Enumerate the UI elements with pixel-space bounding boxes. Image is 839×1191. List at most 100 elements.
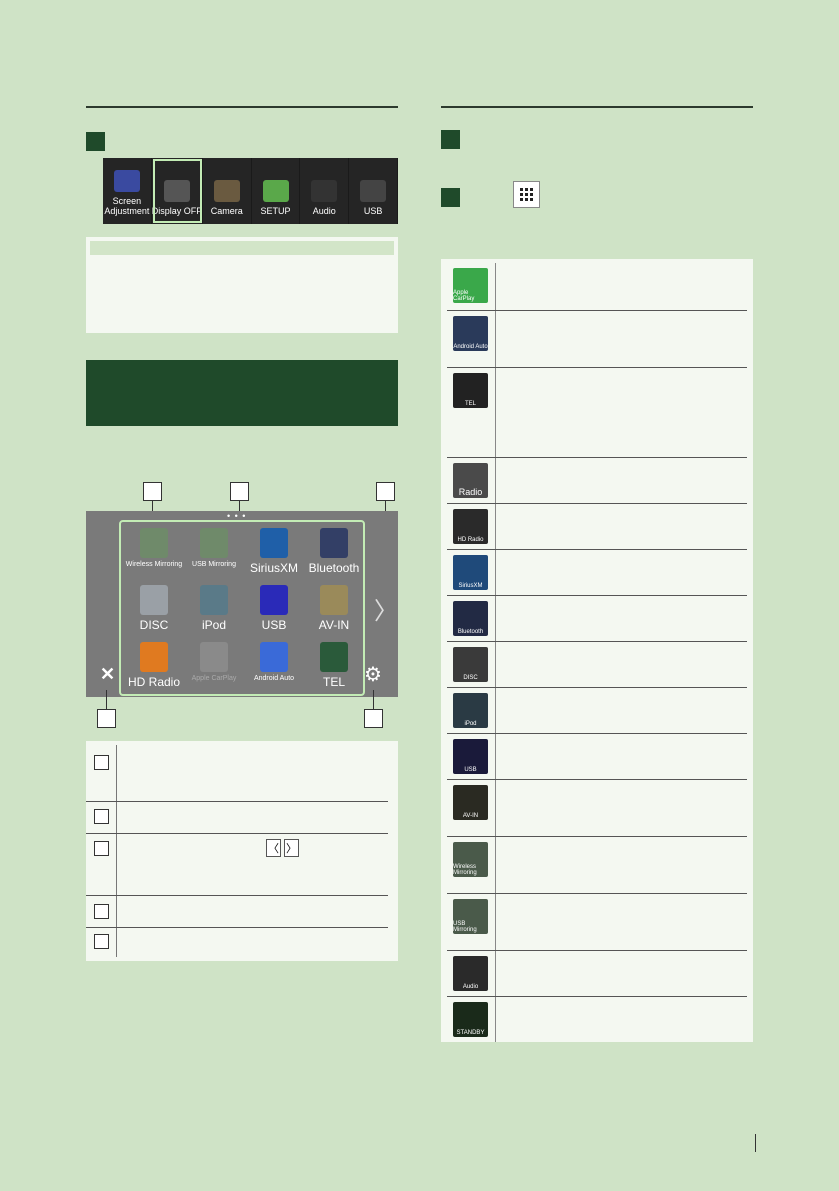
source-row: HD Radio (447, 504, 747, 550)
callout-1 (143, 482, 162, 501)
source-row-divider (495, 997, 496, 1042)
home-app-label: Bluetooth (308, 561, 360, 575)
source-row-divider (495, 550, 496, 595)
home-app-tile[interactable]: iPod (183, 581, 245, 637)
source-row-divider (495, 458, 496, 503)
source-row-divider (495, 951, 496, 996)
source-row: STANDBY (447, 997, 747, 1042)
home-app-tile[interactable]: Wireless Mirroring (123, 524, 185, 580)
hd-radio-icon: HD Radio (453, 509, 488, 544)
strip-tile-0[interactable]: Screen Adjustment (103, 158, 152, 224)
callout-3 (376, 482, 395, 501)
siriusxm-icon (260, 528, 288, 558)
source-icon-label: Wireless Mirroring (453, 864, 477, 876)
source-row-divider (495, 688, 496, 733)
legend-row-4 (86, 895, 388, 928)
source-row: USB Mirroring (447, 894, 747, 951)
callout-2 (230, 482, 249, 501)
source-row-divider (495, 311, 496, 367)
source-row: Apple CarPlay (447, 263, 747, 311)
home-app-label: AV-IN (318, 618, 350, 632)
home-app-label: DISC (139, 618, 169, 632)
close-icon[interactable]: ✕ (100, 664, 115, 685)
strip-tile-2[interactable]: Camera (203, 158, 252, 224)
strip-tile-1[interactable]: Display OFF (152, 158, 203, 224)
home-app-tile[interactable]: Bluetooth (303, 524, 365, 580)
home-app-tile[interactable]: TEL (303, 638, 365, 694)
note-header-bar (90, 241, 394, 255)
home-app-label: USB Mirroring (192, 561, 236, 568)
step-marker-1 (86, 132, 105, 151)
source-icon-label: SiriusXM (458, 583, 483, 589)
wireless-mirroring-icon: Wireless Mirroring (453, 842, 488, 877)
top-menu-strip: Screen Adjustment Display OFF Camera SETUP A… (103, 158, 398, 224)
camera-icon (213, 180, 240, 202)
strip-tile-5[interactable]: USB (349, 158, 398, 224)
standby-icon: STANDBY (453, 1002, 488, 1037)
source-icons-grid: Wireless Mirroring USB Mirroring SiriusXM B… (119, 520, 365, 696)
home-app-tile[interactable]: USB (243, 581, 305, 637)
left-section-rule (86, 106, 398, 108)
wireless-mirroring-icon (140, 528, 168, 558)
source-icon-label: Bluetooth (457, 629, 484, 635)
home-app-tile[interactable]: AV-IN (303, 581, 365, 637)
home-app-tile[interactable]: SiriusXM (243, 524, 305, 580)
source-icon-label: DISC (463, 675, 478, 681)
ipod-icon: iPod (453, 693, 488, 728)
disc-icon (140, 585, 168, 615)
home-app-label: TEL (322, 675, 345, 689)
usb-icon (360, 180, 387, 202)
callout-5 (364, 709, 383, 728)
legend-marker-1 (94, 755, 109, 770)
source-row-divider (495, 263, 496, 310)
home-app-tile[interactable]: Android Auto (243, 638, 305, 694)
gear-icon (262, 180, 289, 202)
settings-gear-icon[interactable]: ⚙ (364, 662, 382, 687)
source-row-divider (495, 596, 496, 641)
audio-icon: Audio (453, 956, 488, 991)
av-in-icon: AV-IN (453, 785, 488, 820)
home-app-tile[interactable]: USB Mirroring (183, 524, 245, 580)
legend-row-1 (86, 745, 388, 802)
home-app-tile[interactable]: Apple CarPlay (183, 638, 245, 694)
home-app-tile[interactable]: HD Radio (123, 638, 185, 694)
step-marker-r1 (441, 130, 460, 149)
callout-line-2 (239, 501, 240, 511)
source-icon-label: Radio (458, 487, 483, 497)
source-row-divider (495, 837, 496, 893)
strip-tile-label: Camera (210, 206, 243, 216)
bluetooth-icon (320, 528, 348, 558)
source-row: iPod (447, 688, 747, 734)
usb-mirroring-icon: USB Mirroring (453, 899, 488, 934)
section-heading-band (86, 360, 398, 426)
screen-adjust-icon (113, 170, 140, 192)
android-auto-icon: Android Auto (453, 316, 488, 351)
apple-carplay-icon (200, 642, 228, 672)
next-page-arrow[interactable]: 〉 (374, 591, 398, 626)
audio-icon (311, 180, 338, 202)
home-app-tile[interactable]: DISC (123, 581, 185, 637)
callout-line-5 (373, 690, 374, 709)
source-row-divider (495, 368, 496, 457)
legend-right-arrow: 〉 (284, 839, 299, 857)
source-row: Bluetooth (447, 596, 747, 642)
strip-tile-4[interactable]: Audio (300, 158, 350, 224)
callout-line-4 (106, 690, 107, 709)
note-box (86, 237, 398, 333)
ipod-icon (200, 585, 228, 615)
source-row-divider (495, 504, 496, 549)
strip-tile-label: Screen Adjustment (104, 196, 150, 216)
legend-marker-3 (94, 841, 109, 856)
home-app-label: USB (261, 618, 287, 632)
home-app-label: Android Auto (253, 675, 295, 682)
source-row: TEL (447, 368, 747, 458)
right-section-rule (441, 106, 753, 108)
strip-tile-3[interactable]: SETUP (252, 158, 301, 224)
source-row-divider (495, 734, 496, 779)
usb-mirroring-icon (200, 528, 228, 558)
source-icon-label: AV-IN (462, 813, 479, 819)
source-row: Audio (447, 951, 747, 997)
home-app-label: HD Radio (127, 675, 181, 689)
legend-left-arrow: 〈 (266, 839, 281, 857)
source-icon-label: Audio (462, 984, 479, 990)
